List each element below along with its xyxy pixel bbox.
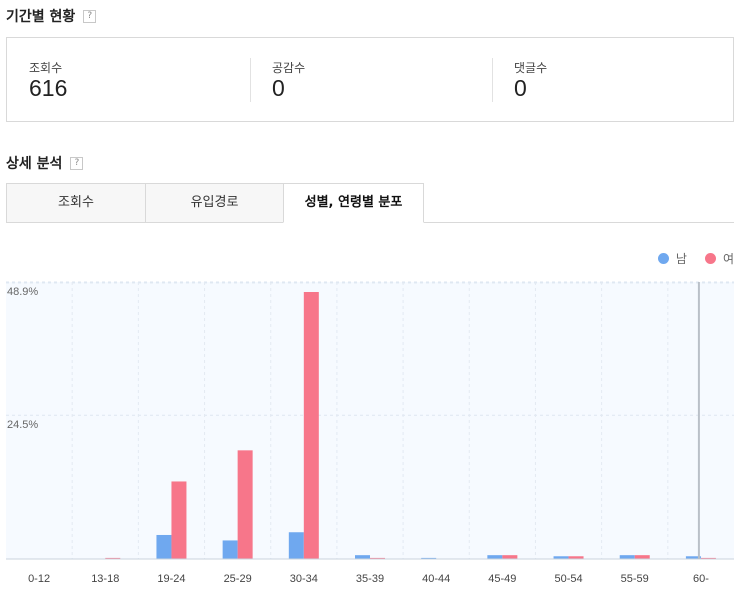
x-tick-label: 19-24 [157, 573, 185, 585]
stat-divider [492, 58, 493, 102]
y-tick-label: 24.5% [7, 419, 38, 431]
x-tick-label: 55-59 [621, 573, 649, 585]
x-tick-label: 45-49 [488, 573, 516, 585]
detail-tabs: 조회수 유입경로 성별, 연령별 분포 [6, 183, 734, 223]
x-tick-label: 50-54 [554, 573, 582, 585]
bar-female [303, 292, 319, 559]
stat-divider [250, 58, 251, 102]
stat-label: 조회수 [29, 61, 63, 75]
bar-female [634, 555, 650, 559]
bar-female [502, 555, 518, 559]
bar-female [237, 450, 253, 559]
x-tick-label: 30-34 [290, 573, 318, 585]
bar-male [288, 532, 304, 559]
stat-value: 0 [272, 75, 285, 101]
period-title-text: 기간별 현황 [6, 9, 76, 25]
detail-title-text: 상세 분석 [6, 156, 63, 172]
legend-dot-female [704, 253, 716, 264]
period-section-title: 기간별 현황 ? [6, 6, 97, 26]
bar-male [355, 555, 370, 559]
x-tick-label: 35-39 [356, 573, 384, 585]
legend-item-male: 남 [657, 250, 687, 267]
chart-legend: 남 여 [640, 250, 734, 267]
legend-label: 여 [722, 252, 734, 266]
bar-male [222, 540, 238, 559]
stat-label: 공감수 [272, 61, 306, 75]
legend-item-female: 여 [704, 250, 734, 267]
stat-value: 0 [514, 75, 527, 101]
bar-male [487, 555, 503, 559]
help-icon[interactable]: ? [83, 9, 97, 23]
y-tick-label: 48.9% [7, 286, 38, 298]
stat-label: 댓글수 [514, 61, 548, 75]
stats-box: 조회수 616 공감수 0 댓글수 0 [6, 37, 734, 122]
tab-gender-age[interactable]: 성별, 연령별 분포 [283, 183, 424, 223]
bar-female [171, 481, 187, 559]
plot-background [6, 282, 734, 559]
tab-referrer[interactable]: 유입경로 [145, 183, 284, 223]
tab-views[interactable]: 조회수 [6, 183, 146, 223]
bar-male [156, 534, 172, 559]
legend-dot-male [657, 253, 669, 264]
age-gender-bar-chart: 48.9% 24.5% 0-12 13-18 19-24 25-29 30-34 35-39 4… [6, 281, 734, 585]
x-tick-label: 40-44 [422, 573, 450, 585]
stat-value: 616 [29, 75, 68, 101]
x-tick-label: 13-18 [91, 573, 119, 585]
x-tick-label: 25-29 [224, 573, 252, 585]
bar-male [619, 555, 635, 559]
detail-section-title: 상세 분석 ? [6, 153, 84, 173]
x-tick-label: 60- [693, 573, 709, 585]
help-icon[interactable]: ? [70, 156, 84, 170]
legend-label: 남 [675, 252, 687, 266]
x-tick-label: 0-12 [28, 573, 50, 585]
